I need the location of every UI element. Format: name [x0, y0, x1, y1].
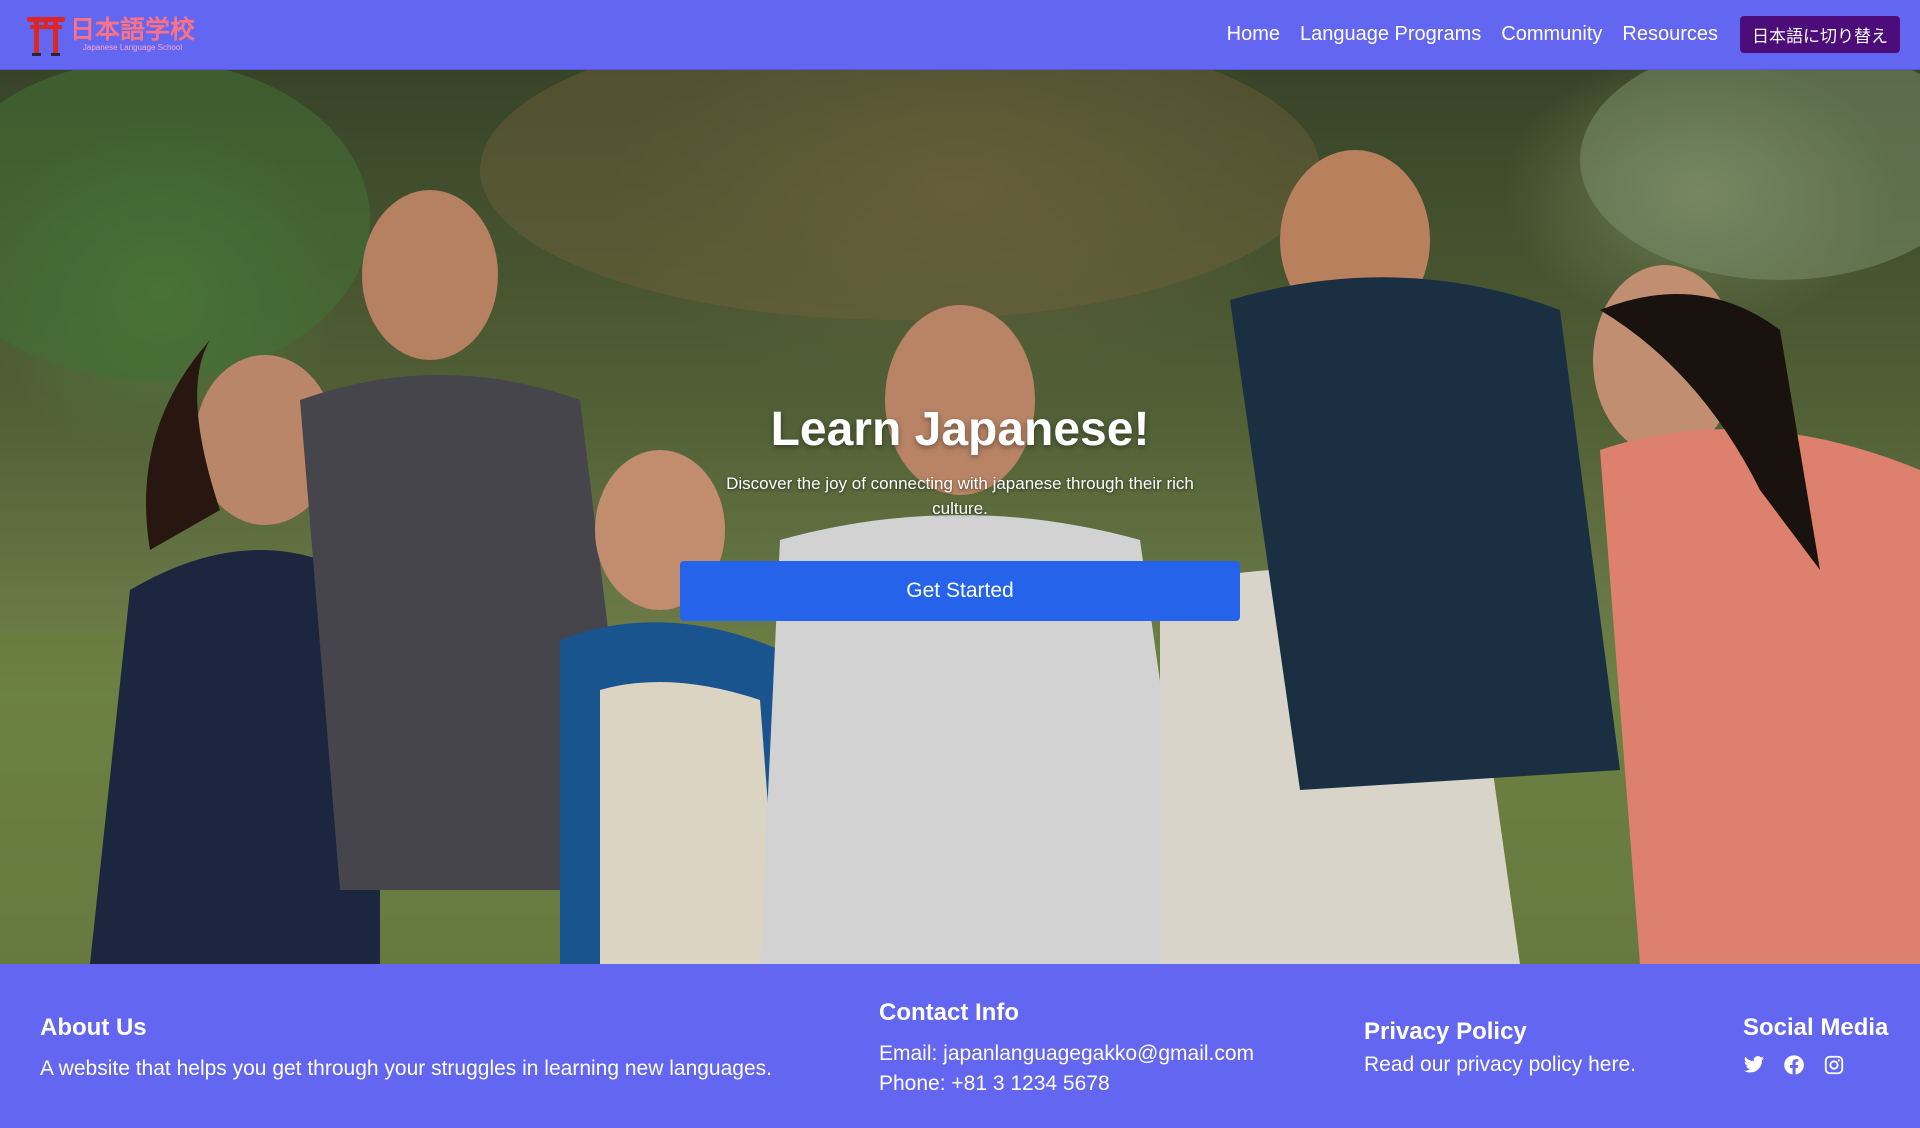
- site-footer: About Us A website that helps you get th…: [0, 964, 1920, 1128]
- language-toggle-button[interactable]: 日本語に切り替え: [1740, 16, 1900, 53]
- social-icons: [1743, 1054, 1888, 1076]
- footer-social: Social Media: [1743, 1014, 1888, 1076]
- footer-about: About Us A website that helps you get th…: [40, 1014, 772, 1084]
- hero-title: Learn Japanese!: [770, 403, 1150, 456]
- hero-section: Learn Japanese! Discover the joy of conn…: [0, 70, 1920, 964]
- contact-heading: Contact Info: [879, 999, 1019, 1026]
- nav-link-resources[interactable]: Resources: [1622, 23, 1718, 46]
- nav-link-community[interactable]: Community: [1501, 23, 1602, 46]
- main-nav: Home Language Programs Community Resourc…: [1227, 16, 1900, 53]
- brand-subtitle: Japanese Language School: [82, 43, 183, 52]
- brand-text: 日本語学校 Japanese Language School: [70, 17, 195, 52]
- instagram-icon[interactable]: [1823, 1054, 1845, 1076]
- social-heading: Social Media: [1743, 1014, 1889, 1041]
- footer-contact: Contact Info Email: japanlanguagegakko@g…: [879, 999, 1254, 1099]
- nav-link-language-programs[interactable]: Language Programs: [1300, 23, 1481, 46]
- privacy-heading: Privacy Policy: [1364, 1018, 1527, 1045]
- hero-content: Learn Japanese! Discover the joy of conn…: [0, 70, 1920, 964]
- site-header: 日本語学校 Japanese Language School Home Lang…: [0, 0, 1920, 70]
- about-text: A website that helps you get through you…: [40, 1057, 772, 1080]
- brand-logo[interactable]: 日本語学校 Japanese Language School: [26, 14, 195, 56]
- hero-subtitle: Discover the joy of connecting with japa…: [726, 474, 1194, 518]
- brand-title: 日本語学校: [70, 15, 196, 44]
- nav-link-home[interactable]: Home: [1227, 23, 1280, 46]
- get-started-button[interactable]: Get Started: [680, 561, 1240, 621]
- footer-privacy: Privacy Policy Read our privacy policy h…: [1364, 1018, 1636, 1080]
- twitter-icon[interactable]: [1743, 1054, 1765, 1076]
- torii-gate-icon: [26, 14, 66, 56]
- contact-email[interactable]: Email: japanlanguagegakko@gmail.com: [879, 1039, 1254, 1069]
- privacy-link[interactable]: Read our privacy policy here.: [1364, 1050, 1636, 1080]
- contact-phone: Phone: +81 3 1234 5678: [879, 1072, 1110, 1095]
- about-heading: About Us: [40, 1014, 147, 1041]
- facebook-icon[interactable]: [1783, 1054, 1805, 1076]
